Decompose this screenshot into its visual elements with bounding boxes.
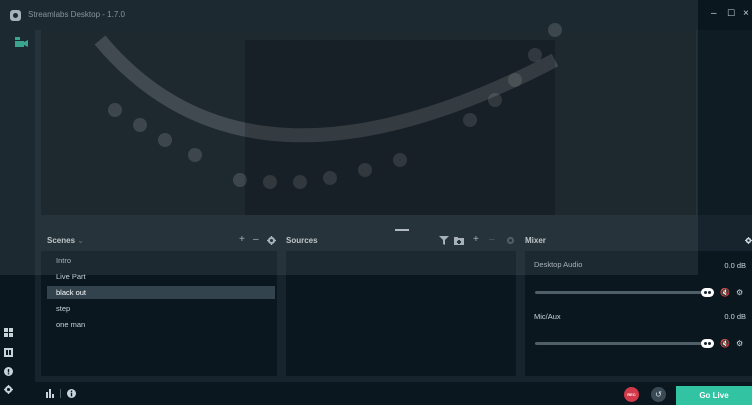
preview-canvas[interactable] xyxy=(41,30,696,215)
sources-list xyxy=(286,251,516,376)
performance-stats-icon[interactable] xyxy=(46,389,55,398)
add-folder-icon[interactable] xyxy=(454,236,464,245)
info-icon[interactable] xyxy=(67,389,76,398)
remove-scene-button[interactable]: – xyxy=(253,234,259,245)
list-item[interactable]: step xyxy=(47,302,275,315)
scenes-dropdown-icon[interactable]: ⌄ xyxy=(77,236,84,245)
studio-mode-icon[interactable] xyxy=(15,37,28,47)
mic-aux-db: 0.0 dB xyxy=(724,312,746,321)
minimize-button[interactable]: – xyxy=(711,8,717,19)
list-item[interactable]: one man xyxy=(47,318,275,331)
close-button[interactable]: × xyxy=(743,8,749,19)
scenes-list: Intro Live Part black out step one man xyxy=(41,251,277,376)
list-item[interactable]: black out xyxy=(47,286,275,299)
desktop-audio-label: Desktop Audio xyxy=(534,260,583,269)
editor-dock: Scenes ⌄ + – Intro Live Part black out s… xyxy=(41,228,752,378)
scenes-title-label: Scenes xyxy=(47,236,76,245)
add-source-button[interactable]: + xyxy=(473,234,479,245)
scene-settings-icon[interactable] xyxy=(267,236,276,245)
mixer-title: Mixer xyxy=(525,236,546,245)
preview-side-strip xyxy=(697,30,752,215)
title-bar: Streamlabs Desktop - 1.7.0 – ☐ × xyxy=(0,0,752,30)
mixer-panel: Desktop Audio 0.0 dB 🔇 ⚙ Mic/Aux 0.0 dB … xyxy=(525,251,752,376)
add-scene-button[interactable]: + xyxy=(239,234,245,245)
desktop-audio-slider[interactable] xyxy=(535,291,703,294)
scenes-title: Scenes ⌄ xyxy=(47,236,84,245)
mic-aux-mute-icon[interactable]: 🔇 xyxy=(720,339,730,348)
go-live-button[interactable]: Go Live xyxy=(676,386,752,405)
maximize-button[interactable]: ☐ xyxy=(727,8,735,19)
mic-aux-label: Mic/Aux xyxy=(534,312,561,321)
source-settings-icon[interactable] xyxy=(506,236,515,245)
mic-aux-settings-icon[interactable]: ⚙ xyxy=(736,339,743,348)
list-item[interactable]: Intro xyxy=(47,254,275,267)
streamlabs-logo-icon xyxy=(10,10,21,21)
footer-bar: REC ↺ Go Live xyxy=(35,382,752,405)
replay-buffer-icon[interactable]: ↺ xyxy=(651,387,666,402)
preview-area xyxy=(35,30,752,220)
side-nav xyxy=(0,30,35,405)
help-icon[interactable] xyxy=(4,367,13,376)
window-title: Streamlabs Desktop - 1.7.0 xyxy=(28,10,125,19)
desktop-audio-mute-icon[interactable]: 🔇 xyxy=(720,288,730,297)
layout-icon[interactable] xyxy=(4,328,13,337)
source-filters-icon[interactable] xyxy=(439,236,449,245)
desktop-audio-slider-knob[interactable] xyxy=(701,288,714,297)
desktop-audio-settings-icon[interactable]: ⚙ xyxy=(736,288,743,297)
sources-title: Sources xyxy=(286,236,318,245)
mixer-settings-icon[interactable] xyxy=(745,236,752,245)
remove-source-button[interactable]: – xyxy=(489,234,495,245)
footer-divider xyxy=(60,389,61,398)
record-button[interactable]: REC xyxy=(624,387,639,402)
themes-icon[interactable] xyxy=(4,348,13,357)
settings-icon[interactable] xyxy=(4,385,13,394)
desktop-audio-db: 0.0 dB xyxy=(724,261,746,270)
list-item[interactable]: Live Part xyxy=(47,270,275,283)
mic-aux-slider[interactable] xyxy=(535,342,703,345)
mic-aux-slider-knob[interactable] xyxy=(701,339,714,348)
